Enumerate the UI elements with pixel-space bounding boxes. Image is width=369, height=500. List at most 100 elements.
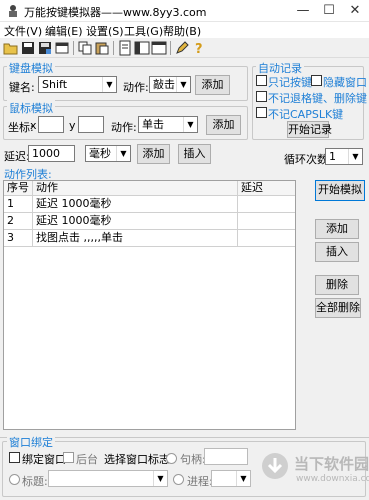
menu-tools[interactable]: 工具(G) — [124, 23, 163, 39]
add-button[interactable]: 添加 — [315, 219, 359, 239]
process-label: 进程: — [187, 475, 213, 488]
chevron-down-icon: ▼ — [116, 146, 130, 161]
loop-select[interactable]: 1 ▼ — [325, 148, 363, 165]
start-simulation-button[interactable]: 开始模拟 — [315, 180, 365, 201]
row-index: 1 — [4, 196, 33, 213]
row-index: 2 — [4, 213, 33, 230]
divider — [0, 437, 369, 438]
hide-window-checkbox[interactable] — [311, 75, 322, 86]
mouse-legend: 鼠标模拟 — [7, 100, 55, 116]
background-label: 后台 — [76, 453, 98, 466]
loop-value: 1 — [329, 150, 336, 163]
row-index: 3 — [4, 230, 33, 247]
x-label: x — [30, 119, 37, 132]
edit-pen-icon[interactable] — [174, 40, 190, 56]
help-icon[interactable]: ? — [191, 40, 207, 56]
toolbar: ? — [0, 38, 369, 58]
hide-window-label: 隐藏窗口 — [323, 76, 367, 89]
handle-radio[interactable] — [166, 453, 177, 464]
delay-add-button[interactable]: 添加 — [137, 144, 170, 164]
keyboard-legend: 键盘模拟 — [7, 60, 55, 76]
row-action: 延迟 1000毫秒 — [33, 213, 238, 230]
watermark-text: 当下软件园 — [294, 455, 369, 473]
column-header-index[interactable]: 序号 — [4, 181, 33, 196]
mouse-action-select[interactable]: 单击 ▼ — [138, 116, 198, 133]
paste-icon[interactable] — [94, 40, 110, 56]
mouse-add-button[interactable]: 添加 — [206, 115, 241, 135]
svg-text:?: ? — [195, 42, 203, 56]
bind-window-checkbox[interactable] — [9, 452, 20, 463]
handle-label: 句柄: — [180, 453, 206, 466]
table-row[interactable]: 3 找图点击 ,,,,,单击 — [4, 230, 295, 247]
table-row[interactable]: 2 延迟 1000毫秒 — [4, 213, 295, 230]
key-select[interactable]: Shift ▼ — [38, 76, 117, 93]
close-button[interactable]: ✕ — [344, 1, 366, 21]
mouse-action-value: 单击 — [142, 118, 164, 131]
open-icon[interactable] — [3, 40, 19, 56]
delay-input[interactable]: 1000 — [28, 145, 75, 162]
y-label: y — [69, 119, 76, 132]
watermark-url: www.downxia.com — [296, 474, 369, 484]
row-delay — [238, 230, 295, 247]
document-icon[interactable] — [117, 40, 133, 56]
start-record-button[interactable]: 开始记录 — [287, 121, 332, 138]
row-delay — [238, 196, 295, 213]
process-radio[interactable] — [173, 474, 184, 485]
title-radio[interactable] — [9, 474, 20, 485]
table-row[interactable]: 1 延迟 1000毫秒 — [4, 196, 295, 213]
column-header-action[interactable]: 动作 — [33, 181, 238, 196]
delay-unit-select[interactable]: 毫秒 ▼ — [85, 145, 131, 162]
chevron-down-icon: ▼ — [176, 77, 190, 92]
chevron-down-icon: ▼ — [102, 77, 116, 92]
bind-window-label: 绑定窗口 — [22, 453, 66, 466]
minimize-button[interactable]: — — [292, 1, 314, 21]
action-table[interactable]: 序号 动作 延迟 1 延迟 1000毫秒 2 延迟 1000毫秒 3 找图点击 … — [3, 180, 296, 430]
no-backspace-checkbox[interactable] — [256, 91, 267, 102]
copy-icon[interactable] — [77, 40, 93, 56]
key-label: 键名: — [9, 81, 35, 94]
keyboard-add-button[interactable]: 添加 — [195, 75, 230, 95]
toolbar-separator — [113, 41, 114, 55]
y-input[interactable] — [78, 116, 104, 133]
chevron-down-icon: ▼ — [183, 117, 197, 132]
delay-unit-value: 毫秒 — [89, 147, 111, 160]
maximize-button[interactable]: ☐ — [318, 1, 340, 21]
delete-all-button[interactable]: 全部删除 — [315, 298, 361, 318]
chevron-down-icon: ▼ — [348, 149, 362, 164]
save-icon[interactable] — [20, 40, 36, 56]
menu-settings[interactable]: 设置(S) — [86, 23, 124, 39]
layout-icon[interactable] — [134, 40, 150, 56]
toolbar-separator — [73, 41, 74, 55]
row-action: 延迟 1000毫秒 — [33, 196, 238, 213]
process-select[interactable]: ▼ — [211, 470, 251, 487]
row-delay — [238, 213, 295, 230]
chevron-down-icon: ▼ — [153, 471, 167, 486]
menu-help[interactable]: 帮助(B) — [163, 23, 201, 39]
no-backspace-label: 不记退格键、删除键 — [268, 92, 367, 105]
mouse-action-label: 动作: — [111, 121, 137, 134]
window-bind-legend: 窗口绑定 — [7, 434, 55, 450]
window-icon[interactable] — [151, 40, 167, 56]
background-checkbox[interactable] — [63, 452, 74, 463]
only-keys-checkbox[interactable] — [256, 75, 267, 86]
delete-button[interactable]: 删除 — [315, 275, 359, 295]
menu-edit[interactable]: 编辑(E) — [45, 23, 83, 39]
x-input[interactable] — [38, 116, 64, 133]
key-value: Shift — [42, 78, 68, 91]
save-as-icon[interactable] — [37, 40, 53, 56]
no-capslock-checkbox[interactable] — [256, 107, 267, 118]
insert-button[interactable]: 插入 — [315, 242, 359, 262]
row-action: 找图点击 ,,,,,单击 — [33, 230, 238, 247]
watermark-logo-icon — [262, 453, 288, 479]
key-action-label: 动作: — [123, 81, 149, 94]
key-action-value: 敲击 — [153, 78, 175, 91]
delay-label: 延迟: — [4, 150, 30, 163]
menu-file[interactable]: 文件(V) — [4, 23, 42, 39]
column-header-delay[interactable]: 延迟 — [238, 181, 295, 196]
handle-input[interactable] — [204, 448, 248, 465]
title-label: 标题: — [22, 475, 48, 488]
delay-insert-button[interactable]: 插入 — [178, 144, 211, 164]
key-action-select[interactable]: 敲击 ▼ — [149, 76, 191, 93]
properties-icon[interactable] — [54, 40, 70, 56]
title-select[interactable]: ▼ — [48, 470, 168, 487]
